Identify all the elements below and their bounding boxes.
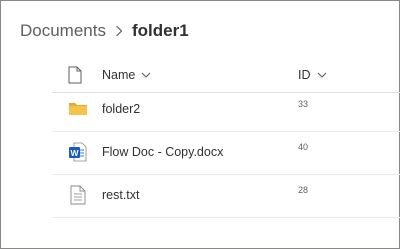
column-header-id[interactable]: ID: [298, 68, 327, 82]
chevron-down-icon: [317, 72, 327, 78]
file-type-header-icon[interactable]: [68, 66, 82, 89]
chevron-right-icon: [115, 25, 123, 37]
column-header-name[interactable]: Name: [102, 68, 151, 82]
row-name[interactable]: rest.txt: [102, 188, 140, 202]
table-row[interactable]: rest.txt 28: [52, 175, 400, 218]
column-header-name-label: Name: [102, 68, 136, 82]
breadcrumb-current-folder[interactable]: folder1: [132, 21, 189, 41]
table-row[interactable]: W Flow Doc - Copy.docx 40: [52, 132, 400, 175]
column-header-id-label: ID: [298, 68, 311, 82]
breadcrumb: Documents folder1: [20, 18, 189, 44]
table-row[interactable]: folder2 33: [52, 89, 400, 132]
breadcrumb-documents[interactable]: Documents: [20, 21, 106, 41]
row-id: 28: [298, 185, 309, 195]
row-name[interactable]: folder2: [102, 102, 140, 116]
word-document-icon: W: [68, 142, 88, 162]
text-file-icon: [68, 185, 88, 205]
row-id: 40: [298, 142, 309, 152]
row-name[interactable]: Flow Doc - Copy.docx: [102, 145, 223, 159]
chevron-down-icon: [141, 72, 151, 78]
svg-text:W: W: [70, 148, 79, 158]
row-id: 33: [298, 99, 309, 109]
folder-icon: [68, 99, 88, 119]
